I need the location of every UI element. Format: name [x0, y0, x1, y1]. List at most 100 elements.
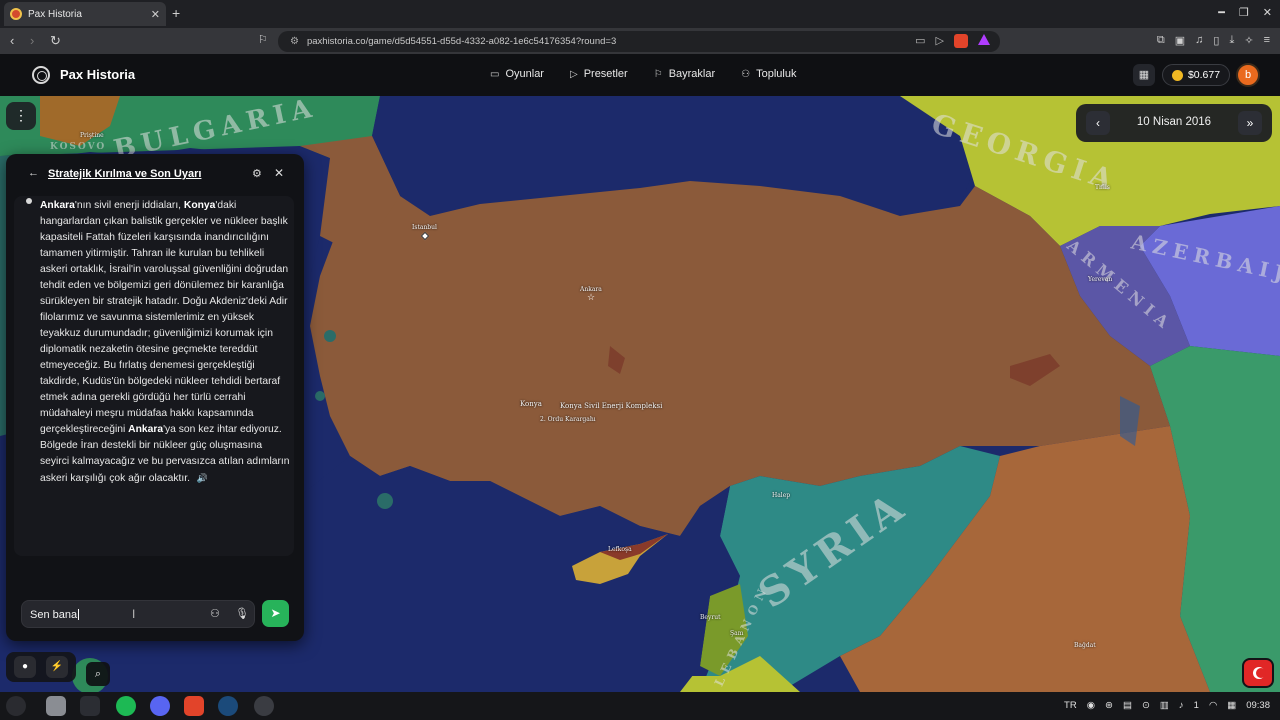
chat-message-area[interactable]: Ankara'nın sivil enerji iddiaları, Konya…	[14, 196, 294, 556]
city-halep[interactable]: Halep	[772, 492, 790, 499]
browser-tab[interactable]: Pax Historia ✕	[4, 2, 166, 26]
back-arrow-icon[interactable]: ←	[28, 167, 39, 179]
game-map[interactable]: BULGARIA GEORGIA ARMENIA AZERBAIJ SYRIA …	[0, 96, 1280, 692]
url-bar[interactable]: ⚙ paxhistoria.co/game/d5d54551-d55d-4332…	[278, 31, 1000, 52]
new-tab-icon[interactable]: +	[172, 5, 180, 21]
pax-historia-favicon-icon	[10, 8, 22, 20]
media-play-icon[interactable]: ▷	[936, 34, 944, 48]
window-controls: ━ ❐ ✕	[1218, 6, 1272, 19]
sidebar-icon[interactable]: ▯	[1213, 34, 1219, 47]
maximize-icon[interactable]: ❐	[1239, 6, 1249, 19]
screenshot-icon[interactable]: ▣	[1175, 34, 1185, 47]
forward-icon[interactable]: ›	[30, 33, 34, 48]
tab-title: Pax Historia	[28, 8, 82, 20]
site-info-icon[interactable]: ⚙	[290, 36, 299, 47]
brave-browser-icon[interactable]	[184, 696, 204, 716]
city-sam[interactable]: Şam	[730, 630, 743, 637]
start-menu-icon[interactable]	[6, 696, 26, 716]
chat-header: ← Stratejik Kırılma ve Son Uyarı ⚙ ✕	[6, 154, 304, 196]
clock[interactable]: 09:38	[1246, 700, 1270, 711]
menu-icon[interactable]: ≡	[1264, 34, 1270, 47]
download-icon[interactable]: ⤓	[1229, 34, 1234, 47]
flag-icon: ⚐	[653, 68, 663, 80]
label-kosovo: KOSOVO	[50, 142, 107, 152]
date-prev-button[interactable]: ‹	[1086, 111, 1110, 135]
brave-rewards-icon[interactable]	[978, 34, 990, 45]
tab-close-icon[interactable]: ✕	[151, 8, 160, 21]
city-istanbul[interactable]: Istanbul	[412, 224, 437, 231]
notification-count[interactable]: 1	[1194, 700, 1199, 711]
terminal-icon[interactable]	[80, 696, 100, 716]
clipboard-tray-icon[interactable]: ▤	[1123, 700, 1132, 711]
app-header: Pax Historia ▭ Oyunlar ▷ Presetler ⚐ Bay…	[0, 54, 1280, 96]
cast-icon[interactable]: ▭	[915, 34, 925, 48]
calendar-icon[interactable]: ▦	[1227, 700, 1236, 711]
map-search-button[interactable]: ⌕	[86, 662, 110, 686]
nav-label: Presetler	[583, 68, 628, 80]
steam-tray-icon[interactable]: ⊙	[1142, 700, 1150, 711]
nav-topluluk[interactable]: ⚇ Topluluk	[741, 68, 796, 80]
minimize-icon[interactable]: ━	[1218, 6, 1225, 19]
chat-message: Ankara'nın sivil enerji iddiaları, Konya…	[40, 200, 290, 484]
ai-icon[interactable]: ✧	[1244, 34, 1253, 47]
nav-label: Oyunlar	[505, 68, 544, 80]
nav-bayraklar[interactable]: ⚐ Bayraklar	[654, 68, 715, 80]
brave-shield-icon[interactable]	[954, 34, 968, 48]
city-pristine[interactable]: Priştine	[80, 132, 104, 139]
music-icon[interactable]: ♫	[1195, 34, 1203, 47]
city-konya-complex[interactable]: Konya Sivil Enerji Kompleksi	[560, 402, 662, 410]
current-date: 10 Nisan 2016	[1136, 116, 1212, 128]
city-beyrut[interactable]: Beyrut	[700, 614, 721, 621]
battery-tray-icon[interactable]: ▥	[1160, 700, 1169, 711]
chat-bubble-icon[interactable]: ●	[14, 656, 36, 678]
close-icon[interactable]: ✕	[274, 166, 284, 180]
chat-input-value[interactable]: Sen bana	[30, 609, 80, 621]
keyboard-layout[interactable]: TR	[1064, 700, 1077, 711]
city-bagdat[interactable]: Bağdat	[1074, 642, 1096, 649]
wifi-icon[interactable]: ◠	[1209, 700, 1217, 711]
date-advance-button[interactable]: »	[1238, 111, 1262, 135]
turkey-flag-button[interactable]	[1242, 658, 1274, 688]
chat-panel: ← Stratejik Kırılma ve Son Uyarı ⚙ ✕ Ank…	[6, 154, 304, 641]
discord-tray-icon[interactable]: ◉	[1087, 700, 1095, 711]
city-lefkosa[interactable]: Lefkoşa	[608, 546, 632, 553]
settings-gear-icon[interactable]: ⚙	[252, 167, 262, 180]
map-menu-button[interactable]: ⋮	[6, 102, 36, 130]
recipients-icon[interactable]: ⚇	[210, 607, 220, 620]
avatar[interactable]: b	[1236, 63, 1260, 87]
reload-icon[interactable]: ↻	[50, 33, 61, 49]
balance-badge[interactable]: $0.677	[1162, 64, 1230, 86]
nav-presetler[interactable]: ▷ Presetler	[570, 68, 628, 80]
chat-input-field[interactable]: Sen bana I ⚇ 🎙	[21, 600, 255, 628]
city-tiflis[interactable]: Tiflis	[1095, 184, 1110, 191]
send-button[interactable]: ➤	[262, 600, 289, 627]
window-close-icon[interactable]: ✕	[1263, 6, 1272, 19]
bell-icon[interactable]: ♪	[1179, 700, 1184, 711]
lightning-icon[interactable]: ⚡	[46, 656, 68, 678]
back-icon[interactable]: ‹	[10, 33, 14, 48]
city-2-ordu[interactable]: 2. Ordu Karargahı	[540, 416, 596, 423]
extensions-icon[interactable]: ⧉	[1157, 34, 1165, 47]
city-ankara[interactable]: Ankara	[580, 286, 602, 293]
nav-oyunlar[interactable]: ▭ Oyunlar	[490, 68, 544, 80]
app-launcher-icon[interactable]	[254, 696, 274, 716]
globe-logo-icon[interactable]	[32, 66, 50, 84]
files-icon[interactable]	[46, 696, 66, 716]
microphone-icon[interactable]: 🎙	[235, 607, 249, 620]
url-text: paxhistoria.co/game/d5d54551-d55d-4332-a…	[306, 36, 617, 47]
bookmark-icon[interactable]: ⚐	[258, 33, 268, 46]
browser-tab-bar: Pax Historia ✕ + ━ ❐ ✕	[0, 0, 1280, 28]
speaker-icon[interactable]: 🔊	[197, 473, 208, 483]
spotify-icon[interactable]	[116, 696, 136, 716]
chat-title[interactable]: Stratejik Kırılma ve Son Uyarı	[48, 168, 201, 180]
system-tray: TR ◉ ⊛ ▤ ⊙ ▥ ♪ 1 ◠ ▦ 09:38	[1064, 700, 1270, 711]
network-tray-icon[interactable]: ⊛	[1105, 700, 1113, 711]
gift-button[interactable]: ▦	[1133, 64, 1155, 86]
city-konya[interactable]: Konya	[520, 400, 542, 408]
text-cursor-icon: I	[132, 607, 136, 621]
tool-buttons: ● ⚡	[6, 652, 76, 682]
brand-title[interactable]: Pax Historia	[60, 67, 135, 82]
steam-icon[interactable]	[218, 696, 238, 716]
city-yerevan[interactable]: Yerevan	[1088, 276, 1112, 283]
discord-icon[interactable]	[150, 696, 170, 716]
